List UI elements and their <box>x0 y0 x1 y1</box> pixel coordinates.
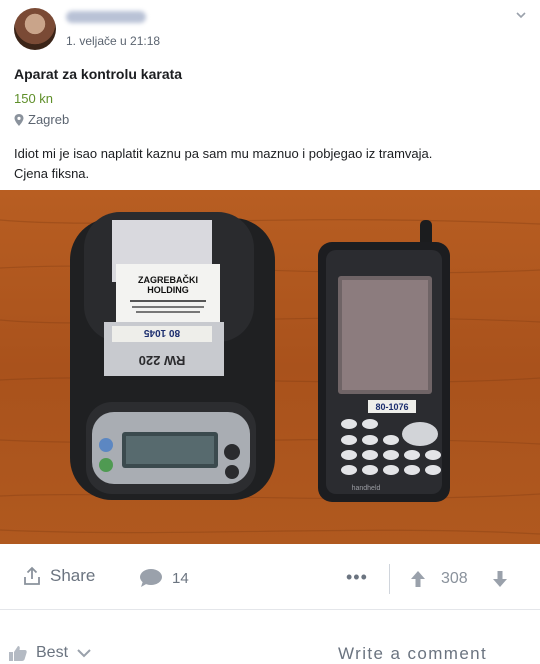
description-line: Idiot mi je isao naplatit kaznu pa sam m… <box>14 146 433 161</box>
description-line: Cjena fiksna. <box>14 166 90 181</box>
handheld-terminal: 80-1076 handheld <box>318 220 450 502</box>
listing-photo[interactable]: ZAGREBAČKI HOLDING 80 1045 RW 220 80-107… <box>0 190 540 544</box>
receipt-header-line1: ZAGREBAČKI <box>138 274 198 285</box>
printer-green-button <box>99 458 113 472</box>
chevron-down-icon <box>77 649 91 658</box>
comment-bubble-icon <box>140 569 162 587</box>
upvote-arrow-icon[interactable] <box>410 570 426 588</box>
svg-text:80-1076: 80-1076 <box>375 402 408 412</box>
downvote-arrow-icon[interactable] <box>492 570 508 588</box>
author-name-blurred[interactable] <box>66 11 146 23</box>
action-divider <box>389 564 390 594</box>
listing-title: Aparat za kontrolu karata <box>14 66 183 82</box>
receipt-header-line2: HOLDING <box>147 285 189 295</box>
share-label: Share <box>50 566 96 585</box>
vote-count: 308 <box>441 570 468 587</box>
handheld-brand: handheld <box>352 485 381 492</box>
printer-blue-button <box>99 438 113 452</box>
listing-price: 150 kn <box>14 91 54 106</box>
comments-button[interactable]: 14 <box>138 568 189 588</box>
sort-label: Best <box>36 644 69 661</box>
printer-model-label: RW 220 <box>139 353 186 368</box>
sort-comments-dropdown[interactable]: Best <box>8 644 92 662</box>
listing-location: Zagreb <box>14 112 69 127</box>
action-bar: Share 14 ••• 308 <box>0 556 540 602</box>
printed-receipt <box>116 264 220 326</box>
listing-description: Idiot mi je isao naplatit kaznu pa sam m… <box>14 144 524 184</box>
post-date[interactable]: 1. veljače u 21:18 <box>66 34 160 48</box>
chevron-down-icon[interactable] <box>514 8 528 22</box>
comment-count: 14 <box>172 569 189 587</box>
share-button[interactable]: Share <box>22 566 95 586</box>
write-comment-input[interactable]: Write a comment <box>338 644 487 664</box>
location-label: Zagreb <box>28 112 70 127</box>
post-header: 1. veljače u 21:18 <box>0 0 540 60</box>
svg-text:80 1045: 80 1045 <box>143 327 180 338</box>
share-icon <box>24 566 40 585</box>
footer-divider <box>0 609 540 610</box>
thumbs-up-icon <box>9 646 27 661</box>
location-pin-icon <box>14 113 24 126</box>
ticket-printer: ZAGREBAČKI HOLDING 80 1045 RW 220 <box>70 212 275 500</box>
more-options-button[interactable]: ••• <box>346 568 368 586</box>
avatar[interactable] <box>14 8 56 50</box>
